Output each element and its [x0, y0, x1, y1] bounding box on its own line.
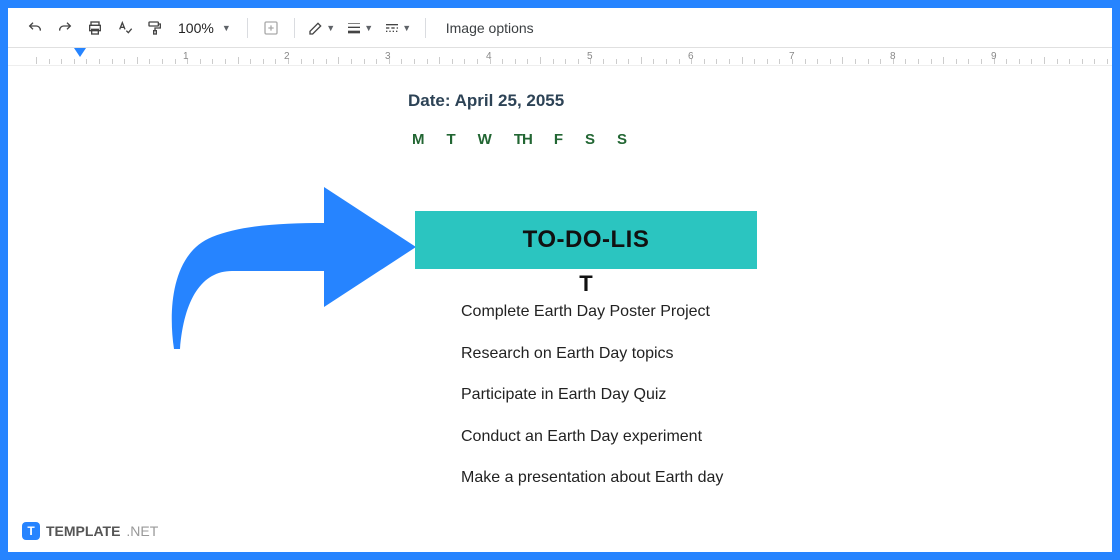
undo-button[interactable] [22, 15, 48, 41]
border-color-button[interactable]: ▼ [305, 15, 339, 41]
todo-header: TO-DO-LIS [415, 211, 757, 269]
annotation-arrow [162, 181, 422, 361]
weekday-label: M [412, 131, 425, 148]
chevron-down-icon: ▼ [222, 23, 231, 33]
ruler-number: 5 [587, 51, 593, 62]
weekday-row: M T W TH F S S [412, 131, 627, 148]
watermark-icon: T [22, 522, 40, 540]
todo-item: Complete Earth Day Poster Project [461, 301, 737, 323]
todo-header-overflow: T [415, 271, 757, 297]
weekday-label: W [478, 131, 492, 148]
weekday-label: S [585, 131, 595, 148]
spellcheck-icon [117, 20, 133, 36]
weekday-label: TH [514, 131, 532, 148]
ruler-number: 9 [991, 51, 997, 62]
ruler-number: 7 [789, 51, 795, 62]
add-comment-button[interactable] [258, 15, 284, 41]
print-icon [87, 20, 103, 36]
weekday-label: F [554, 131, 563, 148]
chevron-down-icon: ▼ [326, 23, 335, 33]
ruler-number: 8 [890, 51, 896, 62]
separator [247, 18, 248, 38]
todo-item: Research on Earth Day topics [461, 343, 737, 365]
border-weight-button[interactable]: ▼ [343, 15, 377, 41]
pen-icon [308, 20, 324, 36]
left-margin-indicator[interactable] [74, 48, 86, 57]
date-text: Date: April 25, 2055 [408, 91, 564, 111]
watermark: T TEMPLATE .NET [22, 522, 158, 540]
line-weight-icon [346, 20, 362, 36]
undo-icon [27, 20, 43, 36]
border-dash-button[interactable]: ▼ [381, 15, 415, 41]
chevron-down-icon: ▼ [402, 23, 411, 33]
todo-item: Participate in Earth Day Quiz [461, 384, 737, 406]
ruler-number: 6 [688, 51, 694, 62]
chevron-down-icon: ▼ [364, 23, 373, 33]
spellcheck-button[interactable] [112, 15, 138, 41]
plus-box-icon [263, 20, 279, 36]
todo-list-container: TO-DO-LIS T Complete Earth Day Poster Pr… [415, 211, 757, 509]
ruler-number: 4 [486, 51, 492, 62]
redo-icon [57, 20, 73, 36]
separator [425, 18, 426, 38]
zoom-dropdown[interactable]: 100% ▼ [172, 20, 237, 36]
zoom-value: 100% [178, 20, 214, 36]
watermark-suffix: .NET [126, 523, 158, 539]
weekday-label: S [617, 131, 627, 148]
ruler-number: 3 [385, 51, 391, 62]
document-page: Date: April 25, 2055 M T W TH F S S TO-DO-LIS … [28, 76, 1092, 552]
ruler: 1 2 3 4 5 6 7 8 9 [8, 48, 1112, 66]
line-dash-icon [384, 20, 400, 36]
separator [294, 18, 295, 38]
ruler-number: 1 [183, 51, 189, 62]
ruler-number: 2 [284, 51, 290, 62]
toolbar: 100% ▼ ▼ ▼ ▼ Image options [8, 8, 1112, 48]
redo-button[interactable] [52, 15, 78, 41]
watermark-brand: TEMPLATE [46, 523, 120, 539]
app-frame: 100% ▼ ▼ ▼ ▼ Image options 1 2 3 4 5 6 7 8 9 Dat… [0, 0, 1120, 560]
paint-format-button[interactable] [142, 15, 168, 41]
weekday-label: T [447, 131, 456, 148]
todo-items: Complete Earth Day Poster Project Researc… [415, 297, 757, 489]
todo-item: Conduct an Earth Day experiment [461, 426, 737, 448]
print-button[interactable] [82, 15, 108, 41]
paint-roller-icon [147, 20, 163, 36]
todo-item: Make a presentation about Earth day [461, 467, 737, 489]
image-options-button[interactable]: Image options [436, 20, 544, 36]
